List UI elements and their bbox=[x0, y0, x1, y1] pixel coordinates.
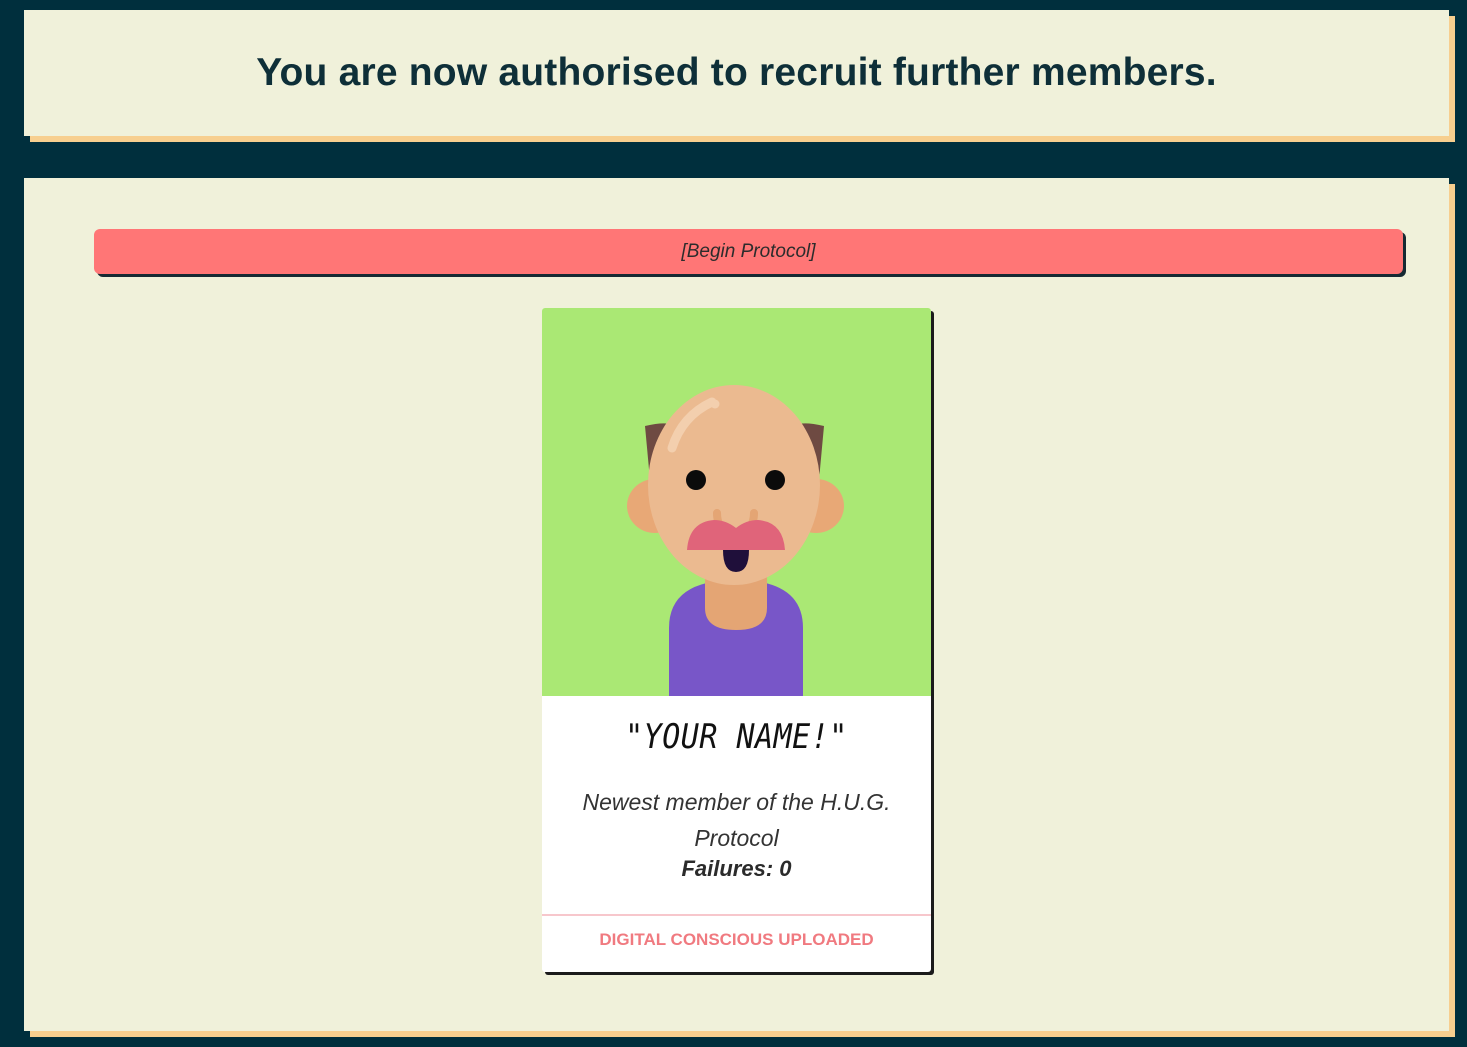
page-title: You are now authorised to recruit furthe… bbox=[256, 51, 1217, 94]
member-card: "YOUR NAME!" Newest member of the H.U.G.… bbox=[542, 308, 931, 972]
card-divider bbox=[542, 914, 931, 916]
begin-protocol-button[interactable]: [Begin Protocol] bbox=[94, 229, 1403, 274]
header-panel: You are now authorised to recruit furthe… bbox=[24, 10, 1449, 136]
member-description: Newest member of the H.U.G. Protocol bbox=[582, 789, 891, 851]
main-panel: [Begin Protocol] "YOUR NAME!" Newest mem… bbox=[24, 178, 1449, 1031]
upload-status-link[interactable]: DIGITAL CONSCIOUS UPLOADED bbox=[542, 930, 931, 950]
member-name: "YOUR NAME!" bbox=[625, 717, 848, 758]
begin-protocol-label: [Begin Protocol] bbox=[681, 240, 816, 262]
bald-man-avatar-icon bbox=[627, 385, 844, 696]
avatar bbox=[542, 308, 931, 696]
failures-count: Failures: 0 bbox=[681, 856, 792, 881]
